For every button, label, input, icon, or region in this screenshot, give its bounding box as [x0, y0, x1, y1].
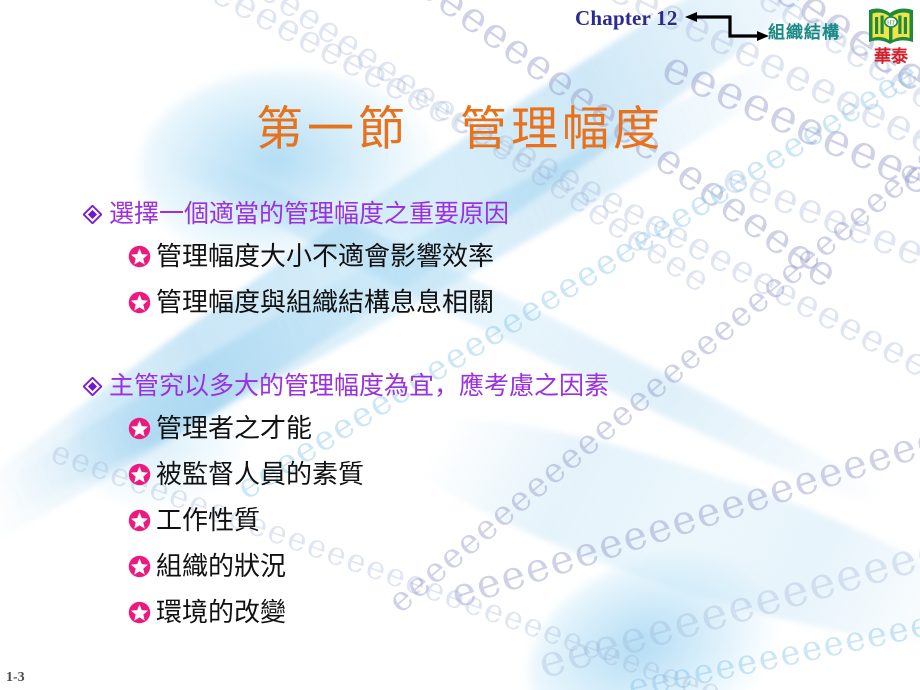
content-section: 選擇一個適當的管理幅度之重要原因 管理幅度大小不適會影響效率 管理幅度與組織結構… — [0, 196, 920, 330]
chapter-label: Chapter 12 — [575, 6, 678, 30]
logo-publisher-name: 華泰 — [874, 46, 909, 67]
star-bullet-icon — [128, 555, 151, 578]
open-book-logo-icon: HT 華泰 — [869, 8, 913, 67]
content-section: 主管究以多大的管理幅度為宜，應考慮之因素 管理者之才能 被監督人員的素質 工作性… — [0, 368, 920, 640]
list-item: 組織的狀況 — [0, 548, 920, 594]
list-item-text: 管理幅度與組織結構息息相關 — [156, 288, 495, 318]
section-heading-text: 主管究以多大的管理幅度為宜，應考慮之因素 — [109, 371, 610, 400]
star-bullet-icon — [128, 417, 151, 440]
star-bullet-icon — [128, 291, 151, 314]
section-heading: 主管究以多大的管理幅度為宜，應考慮之因素 — [0, 368, 920, 410]
list-item: 管理幅度與組織結構息息相關 — [0, 284, 920, 330]
slide-body: 選擇一個適當的管理幅度之重要原因 管理幅度大小不適會影響效率 管理幅度與組織結構… — [0, 196, 920, 640]
list-item-text: 管理者之才能 — [156, 414, 313, 444]
star-bullet-icon — [128, 601, 151, 624]
star-bullet-icon — [128, 245, 151, 268]
list-item: 管理者之才能 — [0, 410, 920, 456]
list-item-text: 組織的狀況 — [156, 552, 287, 582]
diamond-bullet-icon — [83, 377, 102, 396]
list-item-text: 管理幅度大小不適會影響效率 — [156, 242, 495, 272]
star-bullet-icon — [128, 509, 151, 532]
list-item: 工作性質 — [0, 502, 920, 548]
page-title: 第一節 管理幅度 — [256, 102, 664, 157]
diamond-bullet-icon — [83, 205, 102, 224]
list-item: 管理幅度大小不適會影響效率 — [0, 238, 920, 284]
list-item-text: 被監督人員的素質 — [156, 460, 365, 490]
list-item: 環境的改變 — [0, 594, 920, 640]
list-item-text: 工作性質 — [156, 506, 261, 536]
double-arrow-connector-icon — [685, 12, 769, 41]
slide-canvas: eeeeeeeeeeeeeeeeeeeeeeeeeeeeeeeeeeee eee… — [0, 0, 920, 690]
topic-label: 組織結構 — [768, 23, 840, 43]
page-number: 1-3 — [6, 670, 25, 685]
list-item: 被監督人員的素質 — [0, 456, 920, 502]
section-heading-text: 選擇一個適當的管理幅度之重要原因 — [109, 199, 510, 228]
section-heading: 選擇一個適當的管理幅度之重要原因 — [0, 196, 920, 238]
svg-text:HT: HT — [887, 21, 895, 27]
star-bullet-icon — [128, 463, 151, 486]
slide-header: Chapter 12 組織結構 HT 華泰 — [0, 0, 920, 78]
list-item-text: 環境的改變 — [156, 598, 287, 628]
